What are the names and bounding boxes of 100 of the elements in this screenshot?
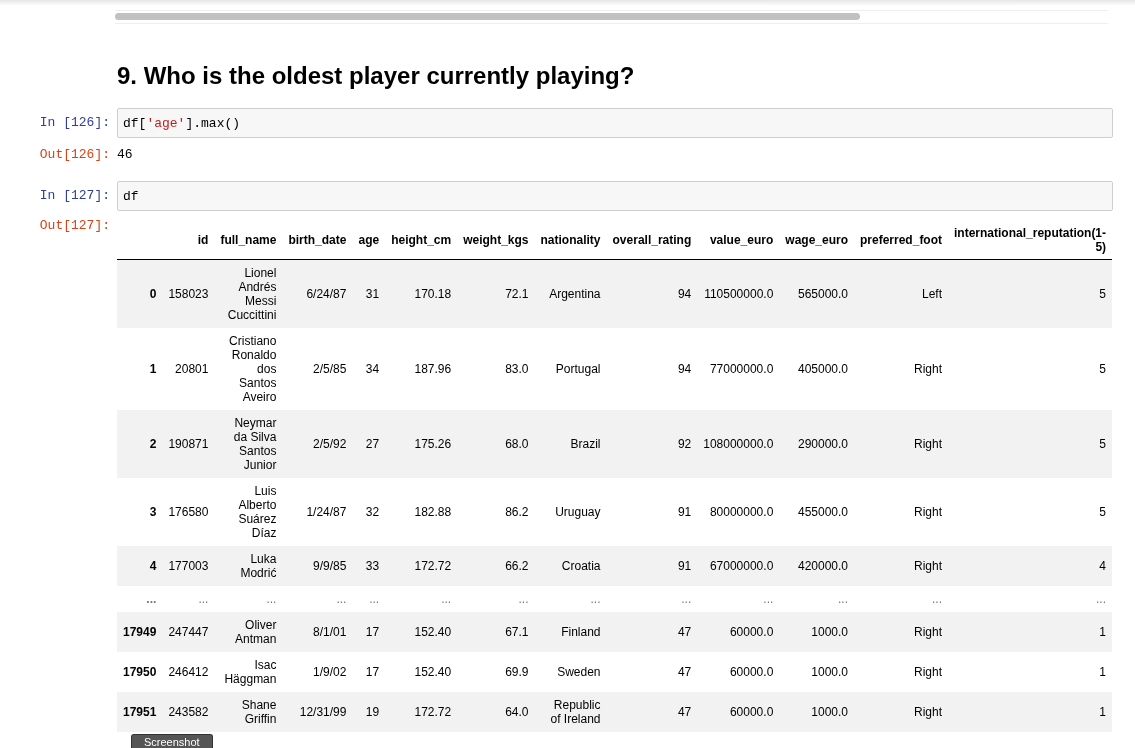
row-index: 17950: [117, 652, 163, 692]
table-cell: 290000.0: [779, 410, 854, 478]
table-cell: 1/9/02: [282, 652, 353, 692]
column-header: weight_kgs: [457, 221, 535, 260]
row-index: 0: [117, 259, 163, 328]
table-cell: ...: [282, 586, 353, 612]
column-header: wage_euro: [779, 221, 854, 260]
table-cell: 33: [352, 546, 386, 586]
table-cell: 72.1: [457, 259, 535, 328]
table-cell: 27: [352, 410, 386, 478]
table-cell: Oliver Antman: [214, 612, 283, 652]
table-cell: Lionel Andrés Messi Cuccittini: [214, 259, 283, 328]
column-header: age: [352, 221, 386, 260]
table-cell: 19: [352, 692, 386, 732]
table-cell: 243582: [162, 692, 215, 732]
table-cell: 2/5/85: [282, 328, 353, 410]
table-cell: Croatia: [534, 546, 607, 586]
table-cell: 17: [352, 652, 386, 692]
table-cell: Right: [854, 546, 949, 586]
table-cell: 5: [948, 478, 1113, 546]
table-cell: 175.26: [385, 410, 458, 478]
table-cell: Republic of Ireland: [534, 692, 607, 732]
table-cell: 420000.0: [779, 546, 854, 586]
table-cell: Finland: [534, 612, 607, 652]
table-cell: ...: [948, 586, 1113, 612]
table-cell: Left: [854, 259, 949, 328]
table-cell: 1000.0: [779, 692, 854, 732]
section-heading: 9. Who is the oldest player currently playing?: [117, 62, 636, 90]
table-cell: Neymar da Silva Santos Junior: [214, 410, 283, 478]
table-cell: Right: [854, 328, 949, 410]
table-cell: 60000.0: [697, 692, 780, 732]
column-header: height_cm: [385, 221, 458, 260]
table-cell: 187.96: [385, 328, 458, 410]
table-cell: 17: [352, 612, 386, 652]
output-prompt: Out[126]:: [38, 146, 111, 163]
table-cell: 64.0: [457, 692, 535, 732]
table-cell: 182.88: [385, 478, 458, 546]
horizontal-scrollbar[interactable]: [115, 10, 1108, 24]
column-header: preferred_foot: [854, 221, 949, 260]
column-header: nationality: [534, 221, 607, 260]
table-cell: 66.2: [457, 546, 535, 586]
table-cell: 86.2: [457, 478, 535, 546]
table-cell: 34: [352, 328, 386, 410]
table-cell: Sweden: [534, 652, 607, 692]
table-cell: 20801: [162, 328, 215, 410]
table-cell: 68.0: [457, 410, 535, 478]
table-cell: Luka Modrić: [214, 546, 283, 586]
table-cell: 247447: [162, 612, 215, 652]
table-cell: 152.40: [385, 652, 458, 692]
table-cell: ...: [457, 586, 535, 612]
table-cell: 5: [948, 328, 1113, 410]
table-cell: 94: [606, 259, 698, 328]
table-cell: 91: [606, 546, 698, 586]
table-cell: 455000.0: [779, 478, 854, 546]
table-cell: Shane Griffin: [214, 692, 283, 732]
row-index: 2: [117, 410, 163, 478]
table-cell: Right: [854, 692, 949, 732]
table-cell: 4: [948, 546, 1113, 586]
table-cell: 8/1/01: [282, 612, 353, 652]
output-prompt: Out[127]:: [38, 217, 111, 234]
table-cell: 32: [352, 478, 386, 546]
table-cell: 80000000.0: [697, 478, 780, 546]
table-cell: ...: [352, 586, 386, 612]
table-cell: ...: [534, 586, 607, 612]
table-cell: ...: [697, 586, 780, 612]
code-input[interactable]: df: [117, 181, 1113, 211]
table-cell: 6/24/87: [282, 259, 353, 328]
table-cell: 176580: [162, 478, 215, 546]
table-cell: Uruguay: [534, 478, 607, 546]
table-cell: 77000000.0: [697, 328, 780, 410]
table-cell: 60000.0: [697, 652, 780, 692]
table-cell: 172.72: [385, 546, 458, 586]
table-cell: 5: [948, 410, 1113, 478]
table-cell: 83.0: [457, 328, 535, 410]
column-header: international_reputation(1-5): [948, 221, 1113, 260]
table-cell: 190871: [162, 410, 215, 478]
table-cell: 1/24/87: [282, 478, 353, 546]
table-cell: 246412: [162, 652, 215, 692]
output-text: 46: [117, 146, 133, 163]
table-cell: 1000.0: [779, 652, 854, 692]
column-header: birth_date: [282, 221, 353, 260]
table-cell: 1: [948, 692, 1113, 732]
table-cell: Right: [854, 410, 949, 478]
table-cell: 170.18: [385, 259, 458, 328]
table-cell: 67.1: [457, 612, 535, 652]
table-cell: Portugal: [534, 328, 607, 410]
row-index: 1: [117, 328, 163, 410]
table-cell: Cristiano Ronaldo dos Santos Aveiro: [214, 328, 283, 410]
screenshot-button[interactable]: Screenshot: [131, 734, 213, 748]
table-cell: ...: [779, 586, 854, 612]
table-cell: ...: [214, 586, 283, 612]
input-prompt: In [126]:: [38, 114, 111, 131]
code-input[interactable]: df['age'].max(): [117, 108, 1113, 138]
column-header: value_euro: [697, 221, 780, 260]
row-index: 3: [117, 478, 163, 546]
table-cell: 67000000.0: [697, 546, 780, 586]
table-cell: Isac Häggman: [214, 652, 283, 692]
table-cell: Brazil: [534, 410, 607, 478]
table-cell: 1000.0: [779, 612, 854, 652]
table-cell: 69.9: [457, 652, 535, 692]
